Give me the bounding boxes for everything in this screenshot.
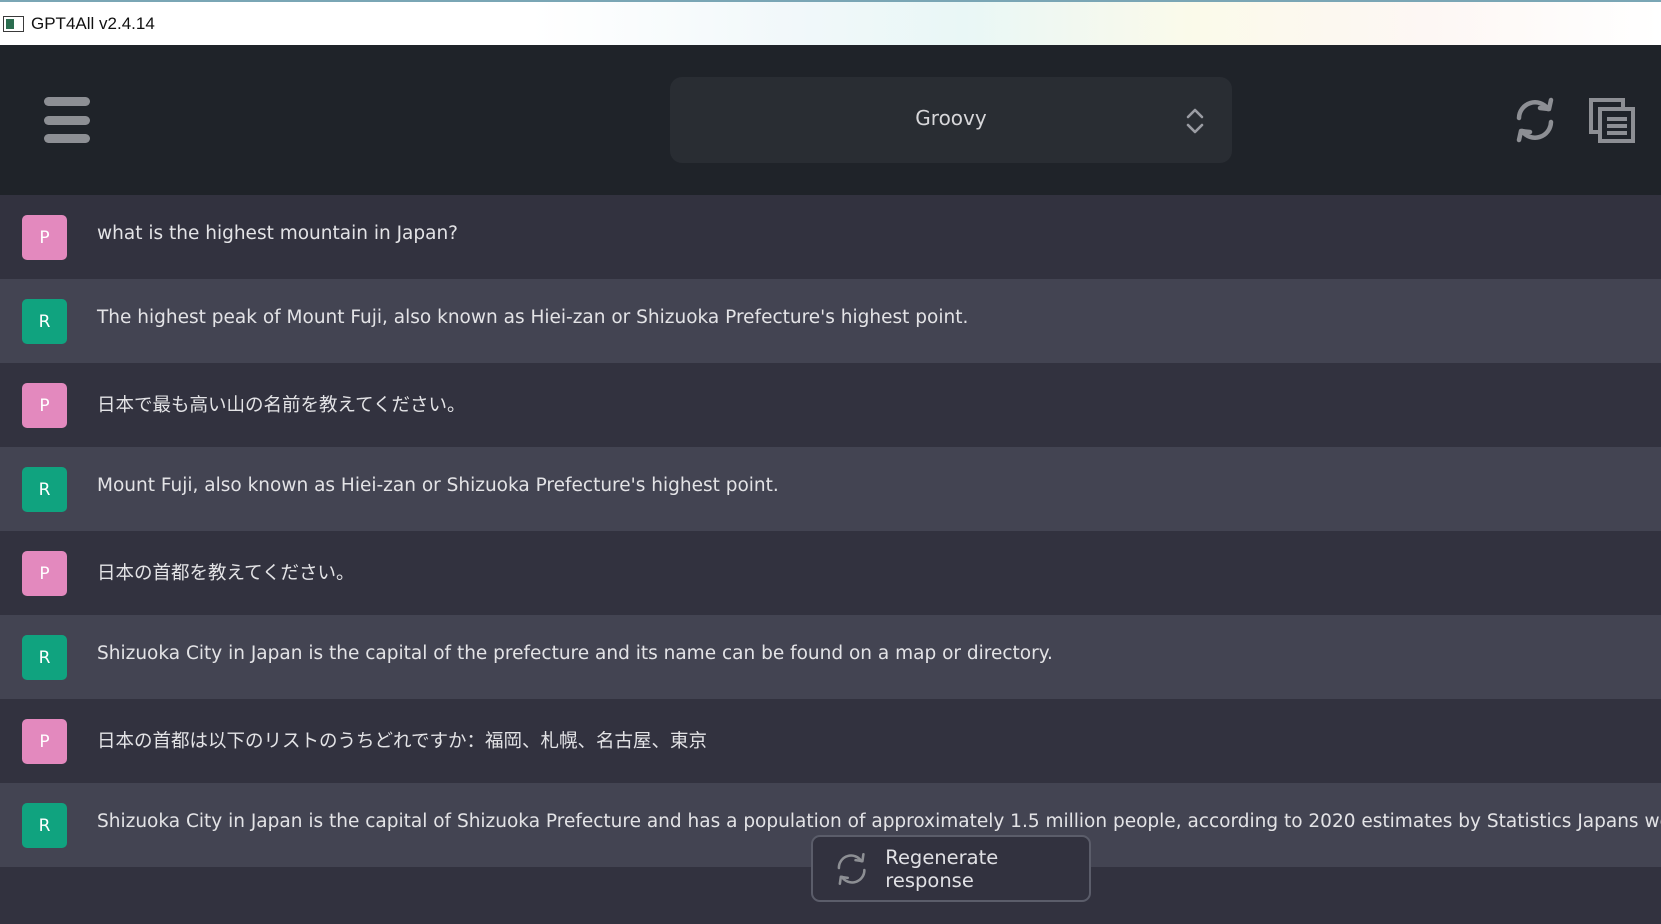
model-name: Groovy (915, 106, 987, 130)
message-row-prompt: P 日本の首都を教えてください。 (0, 531, 1661, 615)
prompt-avatar: P (22, 383, 67, 428)
prompt-avatar: P (22, 719, 67, 764)
message-row-response: R Shizuoka City in Japan is the capital … (0, 615, 1661, 699)
up-down-chevron-icon (1186, 108, 1204, 134)
refresh-icon (837, 852, 866, 885)
message-row-prompt: P 日本で最も高い山の名前を教えてください。 (0, 363, 1661, 447)
message-text: 日本で最も高い山の名前を教えてください。 (97, 395, 466, 416)
message-text: 日本の首都を教えてください。 (97, 563, 355, 584)
message-row-response: R Mount Fuji, also known as Hiei-zan or … (0, 447, 1661, 531)
model-selector[interactable]: Groovy (670, 77, 1232, 163)
app-icon (3, 15, 24, 32)
response-avatar: R (22, 635, 67, 680)
prompt-avatar: P (22, 215, 67, 260)
copy-icon[interactable] (1588, 97, 1636, 143)
message-list: P what is the highest mountain in Japan?… (0, 195, 1661, 867)
message-row-prompt: P what is the highest mountain in Japan? (0, 195, 1661, 279)
message-text: what is the highest mountain in Japan? (97, 223, 459, 244)
message-text: The highest peak of Mount Fuji, also kno… (97, 307, 969, 328)
message-row-response: R The highest peak of Mount Fuji, also k… (0, 279, 1661, 363)
regenerate-response-button[interactable]: Regenerate response (811, 835, 1091, 902)
response-avatar: R (22, 803, 67, 848)
message-row-prompt: P 日本の首都は以下のリストのうちどれですか：福岡、札幌、名古屋、東京 (0, 699, 1661, 783)
regenerate-label: Regenerate response (885, 845, 999, 892)
message-text: 日本の首都は以下のリストのうちどれですか：福岡、札幌、名古屋、東京 (97, 731, 707, 752)
response-avatar: R (22, 299, 67, 344)
prompt-avatar: P (22, 551, 67, 596)
message-text: Shizuoka City in Japan is the capital of… (97, 811, 1661, 832)
chat-header: Groovy (0, 45, 1661, 195)
message-text: Mount Fuji, also known as Hiei-zan or Sh… (97, 475, 779, 496)
response-avatar: R (22, 467, 67, 512)
window-title: GPT4All v2.4.14 (31, 13, 155, 33)
window-titlebar: GPT4All v2.4.14 (0, 0, 1661, 45)
refresh-icon[interactable] (1510, 97, 1560, 143)
message-text: Shizuoka City in Japan is the capital of… (97, 643, 1053, 664)
hamburger-menu-icon[interactable] (44, 97, 90, 143)
